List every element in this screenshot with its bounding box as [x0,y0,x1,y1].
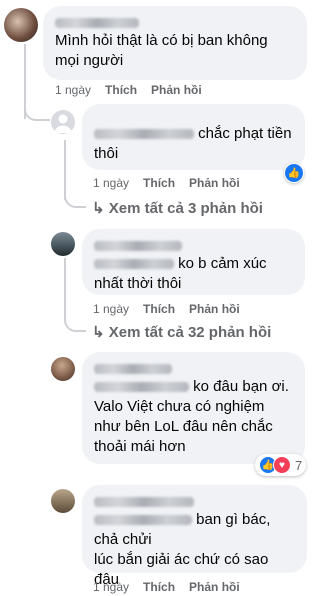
reply-arrow-icon: ↳ [92,324,105,341]
reply-arrow-icon: ↳ [92,200,105,217]
like-link[interactable]: Thích [143,580,175,594]
reply-actions: 1 ngày Thích Phản hồi [93,580,254,594]
comment-time[interactable]: 1 ngày [55,83,91,97]
reply-actions: 1 ngày Thích Phản hồi [93,302,254,316]
reply-link[interactable]: Phản hồi [189,302,240,316]
reaction-count: 7 [295,457,303,473]
comment-text: Mình hỏi thật là có bị ban không mọi ngư… [55,32,268,69]
reply-time[interactable]: 1 ngày [93,176,129,190]
view-more-replies[interactable]: ↳ Xem tất cả 3 phản hồi [92,199,263,217]
reply-time[interactable]: 1 ngày [93,580,129,594]
commenter-name-redacted[interactable] [94,237,293,251]
avatar[interactable] [4,8,38,42]
reply-text: ko đâu bạn ơi. Valo Việt chưa có nghiệm … [94,378,289,455]
default-avatar-icon[interactable] [51,110,75,134]
commenter-name-redacted[interactable] [94,493,295,507]
comment-bubble: Mình hỏi thật là có bị ban không mọi ngư… [43,6,307,80]
reply-time[interactable]: 1 ngày [93,302,129,316]
like-link[interactable]: Thích [143,302,175,316]
reply-link[interactable]: Phản hồi [151,83,202,97]
reply-bubble: ko b cảm xúc nhất thời thôi [82,229,305,295]
reply-bubble: ko đâu bạn ơi. Valo Việt chưa có nghiệm … [82,352,305,464]
reaction-badge[interactable]: 👍 ♥ 7 [255,454,307,476]
reply-text-row: chắc phạt tiền thôi [94,124,293,164]
avatar[interactable] [51,489,75,513]
reply-link[interactable]: Phản hồi [189,176,240,190]
comment-actions: 1 ngày Thích Phản hồi [55,83,216,97]
thread-curve [64,186,86,208]
reply-text-row: ko b cảm xúc nhất thời thôi [94,254,293,294]
like-link[interactable]: Thích [143,176,175,190]
redacted-text [94,259,174,270]
reply-text: ban gì bác, chả chửi lúc bắn giải ác chứ… [94,511,271,588]
reply-link[interactable]: Phản hồi [189,580,240,594]
avatar[interactable] [51,232,75,256]
avatar[interactable] [51,357,75,381]
reply-bubble: chắc phạt tiền thôi [82,104,305,170]
reply-actions: 1 ngày Thích Phản hồi [93,176,254,190]
reaction-badge[interactable]: 👍 [284,163,304,183]
commenter-name-redacted[interactable] [94,360,293,374]
commenter-name-redacted[interactable] [55,14,295,28]
redacted-text [94,382,189,393]
redacted-text [94,129,194,140]
redacted-text [94,515,192,526]
like-reaction-icon: 👍 [285,164,303,182]
thread-curve [24,95,50,121]
love-reaction-icon: ♥ [273,456,291,474]
view-more-replies[interactable]: ↳ Xem tất cả 32 phản hồi [92,323,271,341]
reply-bubble: ban gì bác, chả chửi lúc bắn giải ác chứ… [82,485,307,588]
like-link[interactable]: Thích [105,83,137,97]
thread-curve [64,306,86,332]
